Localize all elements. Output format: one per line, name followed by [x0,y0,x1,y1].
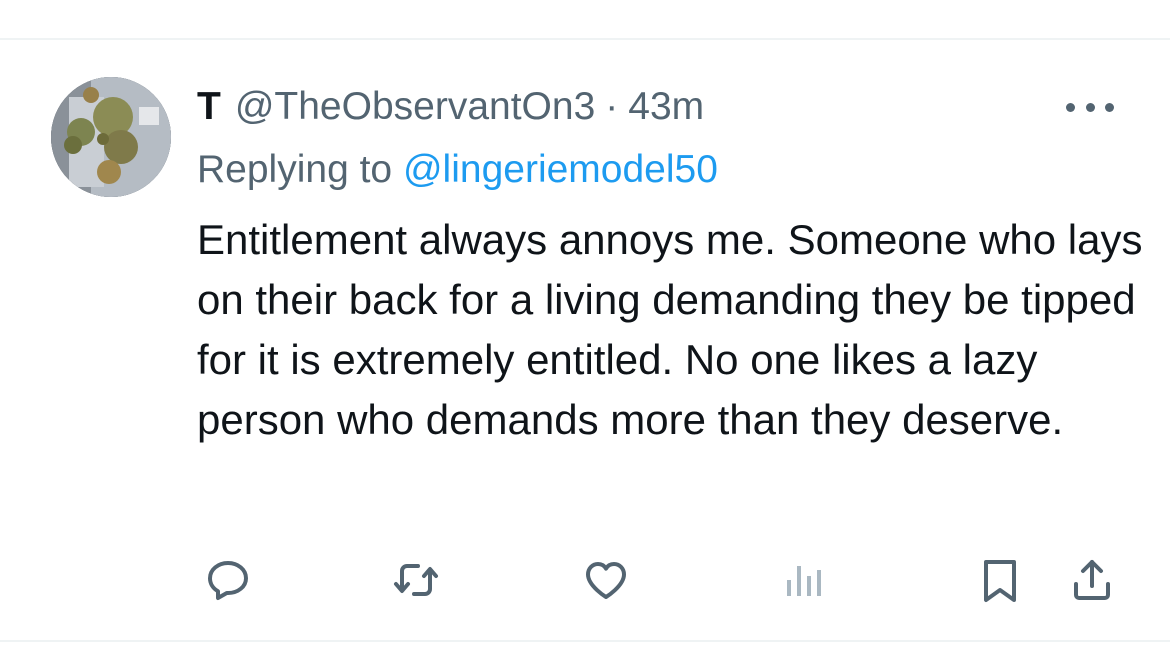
more-options-icon[interactable] [1066,95,1114,119]
more-dot [1066,102,1075,112]
timestamp[interactable]: 43m [628,85,704,129]
analytics-icon [787,566,821,596]
tweet-text: Entitlement always annoys me. Someone wh… [197,216,1143,443]
avatar-image [51,77,171,197]
bookmark-icon [984,560,1016,602]
replying-to-label: Replying to [197,148,393,191]
views-button[interactable] [775,550,835,610]
share-button[interactable] [1062,550,1122,610]
tweet-header: T @TheObservantOn3 · 43m [197,82,704,132]
share-icon [1074,560,1110,600]
reply-button[interactable] [198,550,258,610]
reply-icon [208,561,248,600]
bottom-divider [0,640,1170,642]
avatar[interactable] [51,77,171,197]
more-dot [1105,102,1114,112]
user-handle[interactable]: @TheObservantOn3 [235,85,595,129]
retweet-button[interactable] [386,550,446,610]
separator-dot: · [605,85,619,128]
replying-to: Replying to @lingeriemodel50 [197,148,718,192]
retweet-icon [394,564,438,596]
bookmark-button[interactable] [970,550,1030,610]
like-button[interactable] [576,550,636,610]
reply-to-handle[interactable]: @lingeriemodel50 [403,148,718,191]
more-dot [1085,102,1095,112]
action-bar [0,545,1170,615]
top-divider [0,38,1170,40]
heart-icon [586,562,626,599]
display-name[interactable]: T [197,85,221,129]
